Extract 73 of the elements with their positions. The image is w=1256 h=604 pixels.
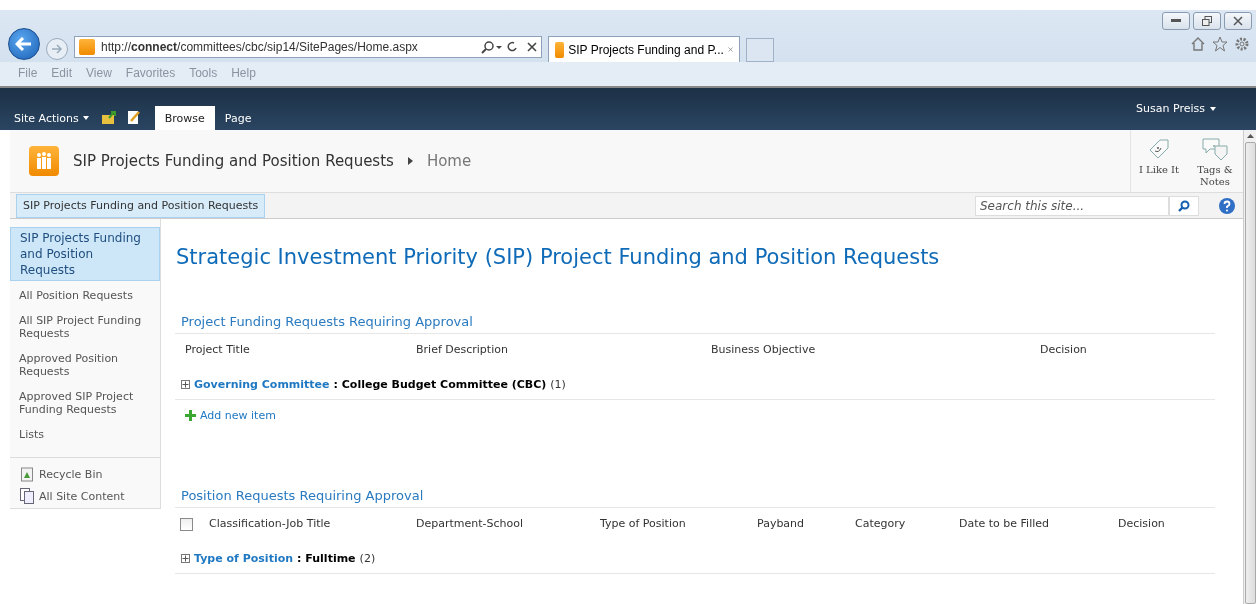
restore-icon: [1202, 16, 1212, 26]
add-new-item-link[interactable]: Add new item: [175, 400, 276, 422]
page-name: Home: [426, 152, 472, 170]
column-header[interactable]: Brief Description: [416, 343, 711, 356]
close-icon: [1233, 16, 1243, 26]
nav-link[interactable]: Approved SIP Project Funding Requests: [10, 390, 160, 416]
search-button[interactable]: [1169, 195, 1199, 216]
nav-link[interactable]: All SIP Project Funding Requests: [10, 314, 160, 340]
column-header[interactable]: Payband: [757, 517, 855, 530]
column-header[interactable]: Type of Position: [600, 517, 757, 530]
group-value: : Fulltime: [297, 552, 356, 565]
expand-icon[interactable]: [181, 554, 190, 563]
column-header[interactable]: Department-School: [416, 517, 600, 530]
nav-link[interactable]: All Site Content: [39, 489, 125, 503]
column-header[interactable]: Date to be Filled: [959, 517, 1118, 530]
user-menu[interactable]: Susan Preiss: [1136, 102, 1216, 115]
restore-button[interactable]: [1193, 12, 1221, 30]
minimize-icon: [1171, 19, 1181, 23]
nav-link[interactable]: Approved Position Requests: [10, 352, 160, 378]
group-count: (2): [359, 552, 376, 565]
back-button[interactable]: [8, 28, 40, 60]
column-header[interactable]: Business Objective: [711, 343, 1040, 356]
recycle-bin-icon: [20, 466, 34, 482]
ribbon-tab[interactable]: Browse: [154, 106, 215, 130]
plus-icon: [185, 410, 196, 421]
speech-tag-icon: [1201, 136, 1229, 162]
help-icon[interactable]: [1219, 197, 1235, 214]
group-field[interactable]: Type of Position: [194, 552, 294, 565]
expand-icon[interactable]: [181, 380, 190, 389]
close-button[interactable]: [1224, 12, 1252, 30]
site-actions-menu[interactable]: Site Actions: [14, 106, 89, 130]
home-icon[interactable]: [1190, 36, 1206, 52]
up-arrow-icon: [1246, 134, 1254, 138]
column-header[interactable]: Category: [855, 517, 959, 530]
arrow-icon: [15, 37, 33, 51]
column-header[interactable]: Decision: [1040, 343, 1215, 356]
section-title[interactable]: Project Funding Requests Requiring Approval: [175, 314, 1215, 334]
search-field[interactable]: Search this site...: [975, 195, 1169, 216]
caret-icon: [1210, 106, 1216, 111]
settings-icon[interactable]: [1234, 36, 1250, 52]
browser-tab[interactable]: SIP Projects Funding and P...: [548, 36, 740, 62]
column-header[interactable]: Decision: [1118, 517, 1215, 530]
breadcrumb-arrow-icon: [407, 157, 413, 165]
section-title[interactable]: Position Requests Requiring Approval: [175, 488, 1215, 508]
address-field[interactable]: http://connect/committees/cbc/sip14/SitePages/Home.aspx: [74, 36, 542, 58]
site-logo-icon: [555, 41, 565, 58]
site-logo-icon: [29, 146, 59, 176]
close-icon[interactable]: [527, 42, 537, 52]
page-title: Strategic Investment Priority (SIP) Project Funding and Position Requests: [175, 245, 941, 269]
column-header[interactable]: Classification-Job Title: [209, 517, 416, 530]
group-value: : College Budget Committee (CBC): [333, 378, 547, 391]
social-button[interactable]: Tags & Notes: [1187, 130, 1243, 192]
arrow-icon: [51, 44, 63, 54]
nav-link[interactable]: Lists: [10, 428, 160, 441]
select-all-checkbox[interactable]: [180, 518, 193, 531]
edit-page-icon[interactable]: [126, 109, 141, 125]
site-title[interactable]: SIP Projects Funding and Position Requests: [73, 152, 394, 170]
nav-link[interactable]: All Position Requests: [10, 289, 160, 302]
nav-heading[interactable]: SIP Projects Funding and Position Requests: [10, 227, 160, 281]
top-nav-link[interactable]: SIP Projects Funding and Position Requests: [16, 193, 266, 218]
group-count: (1): [550, 378, 566, 391]
ribbon-tab[interactable]: Page: [214, 106, 262, 130]
search-icon: [1178, 199, 1190, 212]
star-icon[interactable]: [1212, 36, 1228, 52]
caret-icon: [82, 116, 89, 120]
nav-link[interactable]: Recycle Bin: [39, 467, 103, 481]
folder-arrow-icon[interactable]: [100, 109, 117, 125]
column-header[interactable]: Project Title: [185, 343, 416, 356]
site-logo-icon: [79, 39, 95, 55]
group-field[interactable]: Governing Committee: [194, 378, 330, 391]
minimize-button[interactable]: [1162, 12, 1190, 30]
social-button[interactable]: I Like It: [1131, 130, 1187, 192]
documents-icon: [20, 488, 34, 504]
